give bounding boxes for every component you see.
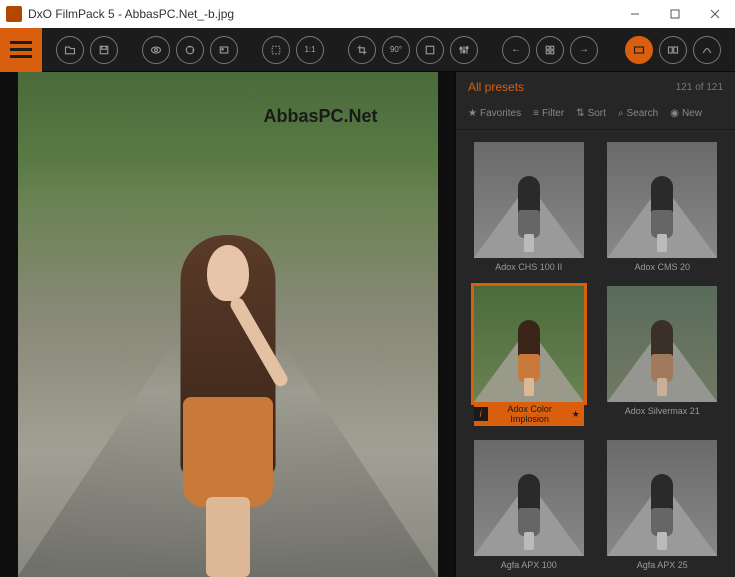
save-file-button[interactable] xyxy=(90,36,118,64)
preset-thumbnail xyxy=(607,440,717,556)
preset-label: Adox CMS 20 xyxy=(634,262,690,272)
preset-label: Adox Silvermax 21 xyxy=(625,406,700,416)
search-button[interactable]: ⌕ Search xyxy=(618,108,658,119)
nav-grid-button[interactable] xyxy=(536,36,564,64)
presets-count: 121 of 121 xyxy=(676,82,723,93)
preset-thumbnail xyxy=(474,440,584,556)
new-filter[interactable]: ◉ New xyxy=(670,108,702,119)
preset-thumbnail xyxy=(607,286,717,402)
presets-panel-button[interactable] xyxy=(625,36,653,64)
preset-thumbnail xyxy=(474,286,584,402)
preset-label: iAdox Color Implosion★ xyxy=(474,402,584,426)
app-icon xyxy=(6,6,22,22)
star-icon: ★ xyxy=(468,108,477,119)
preset-label: Adox CHS 100 II xyxy=(495,262,562,272)
menu-button[interactable] xyxy=(0,28,42,72)
sidebar-filters: ★ Favorites ≡ Filter ⇅ Sort ⌕ Search ◉ N… xyxy=(456,102,735,130)
adjustments-button[interactable] xyxy=(450,36,478,64)
slideshow-button[interactable] xyxy=(210,36,238,64)
actual-size-button[interactable]: 1:1 xyxy=(296,36,324,64)
preset-thumbnail xyxy=(474,142,584,258)
sort-button[interactable]: ⇅ Sort xyxy=(576,108,606,119)
frame-button[interactable] xyxy=(416,36,444,64)
favorites-filter[interactable]: ★ Favorites xyxy=(468,108,521,119)
preset-item[interactable]: Agfa APX 25 xyxy=(602,440,724,570)
nav-next-button[interactable]: → xyxy=(570,36,598,64)
preset-item[interactable]: iAdox Color Implosion★ xyxy=(468,286,590,426)
window-titlebar: DxO FilmPack 5 - AbbasPC.Net_-b.jpg xyxy=(0,0,735,28)
preset-item[interactable]: Agfa APX 100 xyxy=(468,440,590,570)
refresh-view-button[interactable] xyxy=(176,36,204,64)
search-icon: ⌕ xyxy=(618,108,624,119)
preset-label: Agfa APX 100 xyxy=(501,560,557,570)
fit-zoom-button[interactable] xyxy=(262,36,290,64)
maximize-button[interactable] xyxy=(655,0,695,28)
main-area: AbbasPC.Net All presets 121 of 121 ★ Fav… xyxy=(0,72,735,577)
main-toolbar: 1:1 90° ← → xyxy=(0,28,735,72)
preset-item[interactable]: Adox Silvermax 21 xyxy=(602,286,724,426)
preset-label: Agfa APX 25 xyxy=(637,560,688,570)
sort-icon: ⇅ xyxy=(576,108,584,119)
favorite-star-icon[interactable]: ★ xyxy=(572,409,584,420)
tag-icon: ◉ xyxy=(670,108,679,119)
minimize-button[interactable] xyxy=(615,0,655,28)
image-canvas[interactable]: AbbasPC.Net xyxy=(0,72,455,577)
preset-item[interactable]: Adox CMS 20 xyxy=(602,142,724,272)
crop-button[interactable] xyxy=(348,36,376,64)
preset-thumbnail xyxy=(607,142,717,258)
info-icon[interactable]: i xyxy=(474,407,488,421)
nav-prev-button[interactable]: ← xyxy=(502,36,530,64)
presets-sidebar: All presets 121 of 121 ★ Favorites ≡ Fil… xyxy=(455,72,735,577)
preview-image: AbbasPC.Net xyxy=(18,72,438,577)
sidebar-header: All presets 121 of 121 xyxy=(456,72,735,102)
window-title: DxO FilmPack 5 - AbbasPC.Net_-b.jpg xyxy=(28,7,234,21)
watermark-text: AbbasPC.Net xyxy=(263,106,377,127)
funnel-icon: ≡ xyxy=(533,108,539,119)
histogram-panel-button[interactable] xyxy=(693,36,721,64)
window-controls xyxy=(615,0,735,28)
open-file-button[interactable] xyxy=(56,36,84,64)
presets-grid[interactable]: Adox CHS 100 II Adox CMS 20 iAdox Color Im… xyxy=(456,130,735,577)
filter-button[interactable]: ≡ Filter xyxy=(533,108,564,119)
presets-title: All presets xyxy=(468,80,524,94)
compare-panel-button[interactable] xyxy=(659,36,687,64)
eye-view-button[interactable] xyxy=(142,36,170,64)
preset-item[interactable]: Adox CHS 100 II xyxy=(468,142,590,272)
close-button[interactable] xyxy=(695,0,735,28)
rotate-button[interactable]: 90° xyxy=(382,36,410,64)
